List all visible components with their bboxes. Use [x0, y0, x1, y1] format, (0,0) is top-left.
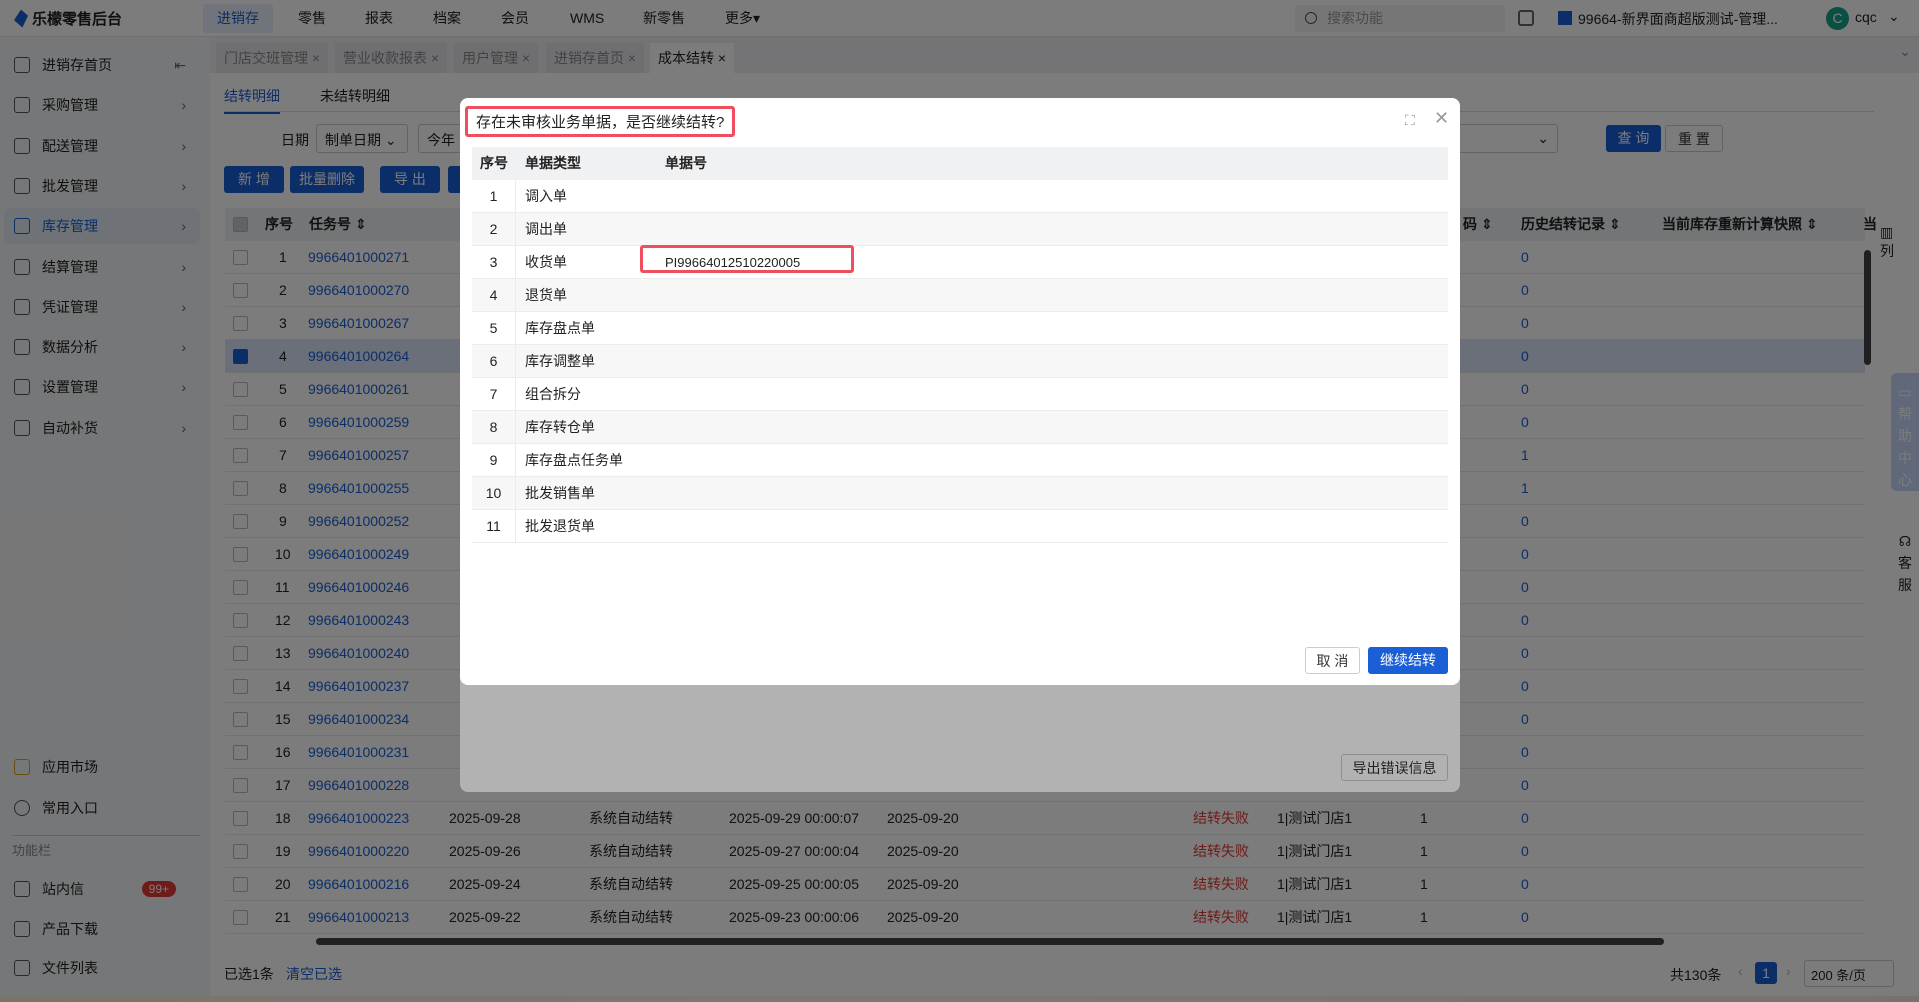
dialog-row: 3 收货单 PI99664012510220005 — [472, 246, 1448, 279]
dialog-row: 2 调出单 — [472, 213, 1448, 246]
dialog-row: 1 调入单 — [472, 180, 1448, 213]
row-seq: 5 — [472, 312, 516, 345]
doc-type: 调入单 — [525, 188, 567, 204]
row-seq: 4 — [472, 279, 516, 312]
dialog-row: 10 批发销售单 — [472, 477, 1448, 510]
doc-type: 调出单 — [525, 221, 567, 237]
row-seq: 10 — [472, 477, 516, 510]
dialog-row: 7 组合拆分 — [472, 378, 1448, 411]
dialog-row: 5 库存盘点单 — [472, 312, 1448, 345]
row-seq: 11 — [472, 510, 516, 543]
dialog-row: 8 库存转仓单 — [472, 411, 1448, 444]
row-seq: 7 — [472, 378, 516, 411]
row-seq: 9 — [472, 444, 516, 477]
dialog-row: 6 库存调整单 — [472, 345, 1448, 378]
dialog-row: 9 库存盘点任务单 — [472, 444, 1448, 477]
header-seq: 序号 — [480, 155, 508, 171]
close-icon[interactable]: ✕ — [1434, 108, 1449, 129]
doc-type: 批发销售单 — [525, 485, 595, 501]
row-seq: 2 — [472, 213, 516, 246]
dialog-row: 4 退货单 — [472, 279, 1448, 312]
doc-type: 退货单 — [525, 287, 567, 303]
row-seq: 6 — [472, 345, 516, 378]
highlight-box — [640, 245, 854, 273]
doc-type: 组合拆分 — [525, 386, 581, 402]
doc-type: 库存调整单 — [525, 353, 595, 369]
doc-type: 收货单 — [525, 254, 567, 270]
doc-type: 库存盘点任务单 — [525, 452, 623, 468]
header-doc-type: 单据类型 — [525, 155, 581, 171]
header-doc-no: 单据号 — [665, 155, 707, 171]
dialog-table-header: 序号 单据类型 单据号 — [472, 147, 1448, 180]
doc-type: 批发退货单 — [525, 518, 595, 534]
row-seq: 1 — [472, 180, 516, 213]
continue-carryover-button[interactable]: 继续结转 — [1368, 647, 1448, 674]
dialog-title: 存在未审核业务单据，是否继续结转? — [465, 106, 736, 137]
doc-type: 库存转仓单 — [525, 419, 595, 435]
dialog-row: 11 批发退货单 — [472, 510, 1448, 543]
fullscreen-icon[interactable]: ⛶ — [1405, 112, 1415, 129]
row-seq: 8 — [472, 411, 516, 444]
doc-type: 库存盘点单 — [525, 320, 595, 336]
row-seq: 3 — [472, 246, 516, 279]
cancel-button[interactable]: 取 消 — [1305, 647, 1360, 674]
